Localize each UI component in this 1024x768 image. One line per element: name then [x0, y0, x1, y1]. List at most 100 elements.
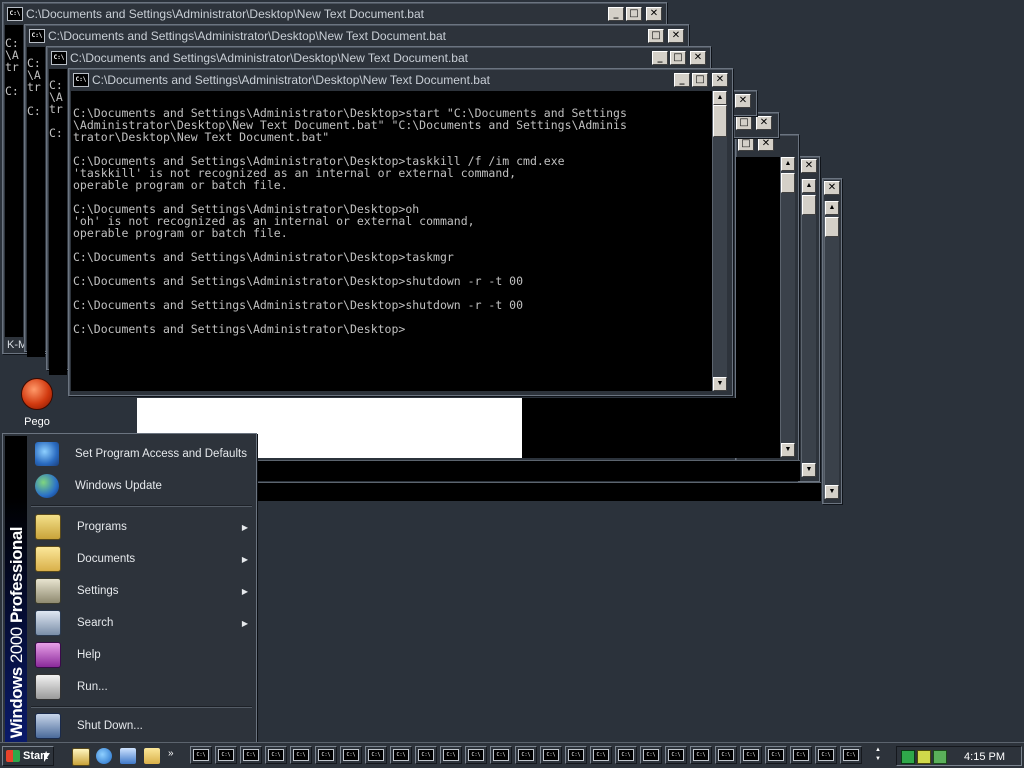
- menu-item-programs[interactable]: Programs ▶: [29, 512, 254, 542]
- close-button[interactable]: ✕: [758, 137, 774, 151]
- close-button[interactable]: ✕: [668, 29, 684, 43]
- scroll-down-arrow[interactable]: ▼: [781, 443, 795, 457]
- taskbar-console-button[interactable]: C:\: [315, 746, 337, 764]
- maximize-button[interactable]: □: [670, 51, 686, 65]
- scroll-thumb[interactable]: [802, 195, 816, 215]
- taskbar-console-button[interactable]: C:\: [815, 746, 837, 764]
- taskbar-console-button[interactable]: C:\: [690, 746, 712, 764]
- taskbar-console-button[interactable]: C:\: [565, 746, 587, 764]
- scroll-thumb[interactable]: [825, 217, 839, 237]
- console-output: C: \A tr C:: [5, 25, 23, 337]
- scrollbar[interactable]: ▲ ▼: [712, 91, 727, 391]
- menu-item-shut-down[interactable]: Shut Down...: [29, 711, 254, 741]
- clock[interactable]: 4:15 PM: [964, 751, 1005, 763]
- taskbar-console-button[interactable]: C:\: [440, 746, 462, 764]
- menu-item-run[interactable]: Run...: [29, 672, 254, 702]
- maximize-button[interactable]: □: [738, 137, 754, 151]
- explorer-icon[interactable]: [144, 748, 160, 764]
- menu-item-windows-update[interactable]: Windows Update: [29, 471, 254, 501]
- console-icon: C:\: [51, 51, 67, 65]
- volume-icon[interactable]: [917, 750, 931, 764]
- taskbar-console-button[interactable]: C:\: [715, 746, 737, 764]
- menu-item-documents[interactable]: Documents ▶: [29, 544, 254, 574]
- taskbar-console-button[interactable]: C:\: [365, 746, 387, 764]
- menu-item-label: Set Program Access and Defaults: [75, 448, 247, 460]
- window-bottom-strip: [255, 460, 800, 481]
- taskbar-console-button[interactable]: C:\: [340, 746, 362, 764]
- scroll-up-arrow[interactable]: ▲: [825, 201, 839, 215]
- taskbar-console-button[interactable]: C:\: [590, 746, 612, 764]
- taskbar-console-button[interactable]: C:\: [465, 746, 487, 764]
- console-output[interactable]: C:\Documents and Settings\Administrator\…: [71, 91, 712, 391]
- menu-item-search[interactable]: Search ▶: [29, 608, 254, 638]
- scroll-up-arrow[interactable]: ▲: [802, 179, 816, 193]
- taskbar-console-button[interactable]: C:\: [515, 746, 537, 764]
- taskbar-console-button[interactable]: C:\: [740, 746, 762, 764]
- console-window-back-7[interactable]: ✕ ▲ ▼: [822, 178, 842, 504]
- maximize-button[interactable]: □: [736, 116, 752, 130]
- taskbar-console-button[interactable]: C:\: [615, 746, 637, 764]
- maximize-button[interactable]: □: [626, 7, 642, 21]
- maximize-button[interactable]: □: [692, 73, 708, 87]
- taskbar-console-button[interactable]: C:\: [790, 746, 812, 764]
- console-icon: C:\: [29, 29, 45, 43]
- scrollbar[interactable]: ▲ ▼: [801, 179, 816, 477]
- taskbar-console-button[interactable]: C:\: [765, 746, 787, 764]
- scrollbar[interactable]: ▲ ▼: [824, 201, 839, 499]
- task-scroll-arrows[interactable]: ▲ ▼: [872, 746, 884, 766]
- close-button[interactable]: ✕: [824, 181, 840, 195]
- taskbar-console-button[interactable]: C:\: [390, 746, 412, 764]
- close-button[interactable]: ✕: [756, 116, 772, 130]
- quicklaunch-more-icon[interactable]: »: [168, 748, 174, 759]
- console-icon: C:\: [7, 7, 23, 21]
- internet-explorer-icon[interactable]: [96, 748, 112, 764]
- desktop-shortcut-pego[interactable]: Pego: [14, 378, 60, 428]
- task-buttons: C:\ C:\ C:\ C:\ C:\ C:\ C:\ C:\ C:\ C:\ C:\ C:\ C:\ C…: [190, 746, 862, 764]
- console-window-back-3[interactable]: ✕: [731, 90, 757, 116]
- console-icon: C:\: [543, 749, 559, 761]
- menu-item-label: Documents: [77, 553, 136, 565]
- taskbar-console-button[interactable]: C:\: [265, 746, 287, 764]
- taskbar-console-button[interactable]: C:\: [665, 746, 687, 764]
- menu-item-set-program-access[interactable]: Set Program Access and Defaults: [29, 439, 254, 469]
- close-button[interactable]: ✕: [735, 94, 751, 108]
- scrollbar[interactable]: ▲ ▼: [780, 157, 795, 457]
- console-window-back-6[interactable]: ✕ ▲ ▼: [798, 156, 820, 482]
- minimize-button[interactable]: _: [608, 7, 624, 21]
- taskbar-console-button[interactable]: C:\: [490, 746, 512, 764]
- network-icon[interactable]: [901, 750, 915, 764]
- close-button[interactable]: ✕: [690, 51, 706, 65]
- menu-item-label: Help: [77, 649, 101, 661]
- taskbar-console-button[interactable]: C:\: [840, 746, 862, 764]
- menu-item-settings[interactable]: Settings ▶: [29, 576, 254, 606]
- scroll-down-arrow[interactable]: ▼: [713, 377, 727, 391]
- scroll-up-arrow[interactable]: ▲: [713, 91, 727, 105]
- console-output: C: \A tr C:: [49, 69, 67, 375]
- taskbar-console-button[interactable]: C:\: [640, 746, 662, 764]
- close-button[interactable]: ✕: [712, 73, 728, 87]
- taskbar-console-button[interactable]: C:\: [290, 746, 312, 764]
- desktop-icon-label: Pego: [24, 416, 50, 428]
- outlook-express-icon[interactable]: [120, 748, 136, 764]
- console-icon: C:\: [368, 749, 384, 761]
- taskbar-console-button[interactable]: C:\: [215, 746, 237, 764]
- scroll-up-arrow[interactable]: ▲: [781, 157, 795, 171]
- menu-item-help[interactable]: Help: [29, 640, 254, 670]
- scroll-down-arrow[interactable]: ▼: [825, 485, 839, 499]
- maximize-button[interactable]: □: [648, 29, 664, 43]
- console-icon: C:\: [293, 749, 309, 761]
- taskbar-console-button[interactable]: C:\: [415, 746, 437, 764]
- close-button[interactable]: ✕: [646, 7, 662, 21]
- taskbar-console-button[interactable]: C:\: [190, 746, 212, 764]
- scroll-thumb[interactable]: [781, 173, 795, 193]
- minimize-button[interactable]: _: [674, 73, 690, 87]
- console-window-active[interactable]: C:\ C:\Documents and Settings\Administra…: [68, 68, 733, 396]
- battery-icon[interactable]: [933, 750, 947, 764]
- minimize-button[interactable]: _: [652, 51, 668, 65]
- taskbar-console-button[interactable]: C:\: [540, 746, 562, 764]
- show-desktop-icon[interactable]: [72, 748, 90, 766]
- close-button[interactable]: ✕: [801, 159, 817, 173]
- taskbar-console-button[interactable]: C:\: [240, 746, 262, 764]
- scroll-down-arrow[interactable]: ▼: [802, 463, 816, 477]
- scroll-thumb[interactable]: [713, 105, 727, 137]
